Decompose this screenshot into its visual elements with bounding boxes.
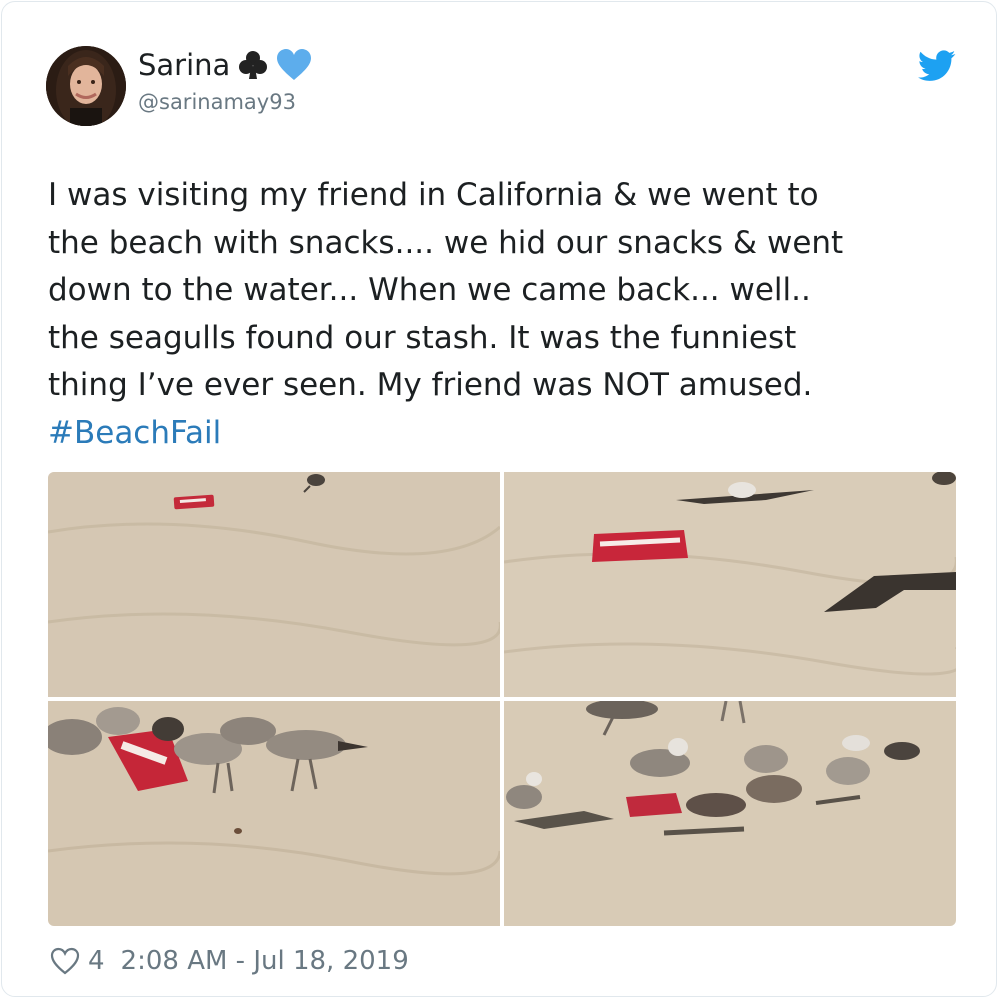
hashtag-link[interactable]: #BeachFail [48,410,948,458]
avatar-photo [46,46,126,126]
media-grid[interactable] [48,472,956,926]
user-handle[interactable]: @sarinamay93 [138,90,296,114]
club-icon [238,49,268,81]
twitter-bird-icon[interactable] [918,50,956,82]
author-name-row: Sarina [138,48,312,82]
avatar[interactable] [46,46,126,126]
tweet-body: I was visiting my friend in California &… [48,177,844,403]
tweet-text: I was visiting my friend in California &… [48,172,948,457]
photo-3[interactable] [48,701,500,926]
photo-2[interactable] [504,472,956,697]
display-name[interactable]: Sarina [138,48,230,82]
heart-outline-icon[interactable] [50,947,80,975]
photo-4[interactable] [504,701,956,926]
blue-heart-icon [276,48,312,82]
tweet-timestamp[interactable]: 2:08 AM - Jul 18, 2019 [121,946,409,976]
tweet-card[interactable]: Sarina @sarinamay93 I was visiting my fr… [1,1,997,997]
tweet-footer: 4 2:08 AM - Jul 18, 2019 [50,946,409,976]
photo-1[interactable] [48,472,500,697]
like-count[interactable]: 4 [88,946,105,976]
